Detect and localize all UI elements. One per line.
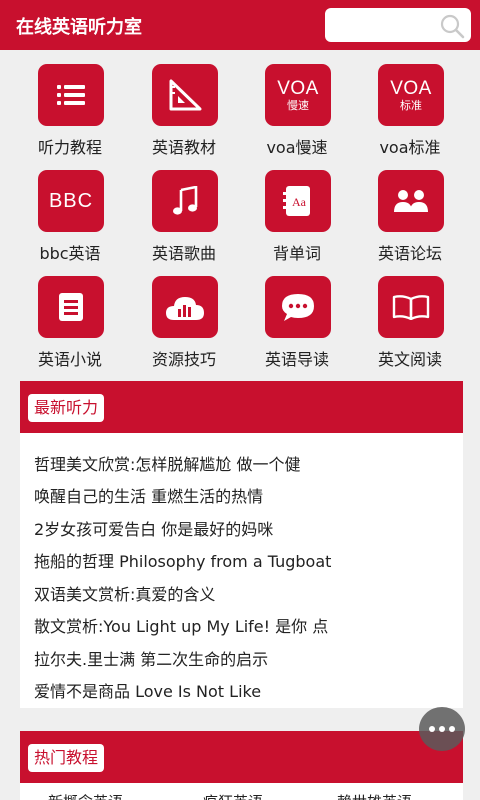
grid-item-bbc[interactable]: BBC bbc英语 bbox=[10, 156, 130, 263]
grid-item-label: 英文阅读 bbox=[377, 350, 442, 369]
dictionary-icon: Aa bbox=[265, 170, 331, 232]
grid-item-label: 英语歌曲 bbox=[151, 244, 216, 263]
grid-item-voa-standard[interactable]: VOA 标准 voa标准 bbox=[350, 50, 470, 157]
grid-item-english-reading[interactable]: 英文阅读 bbox=[350, 262, 470, 369]
grid-item-label: 听力教程 bbox=[37, 138, 102, 157]
grid-item-voa-slow[interactable]: VOA 慢速 voa慢速 bbox=[237, 50, 357, 157]
grid-item-label: bbc英语 bbox=[39, 244, 101, 263]
grid-item-label: voa标准 bbox=[379, 138, 441, 157]
grid-item-novels[interactable]: 英语小说 bbox=[10, 262, 130, 369]
grid-item-label: 英语教材 bbox=[151, 138, 216, 157]
latest-listening-section: 最新听力 哲理美文欣赏:怎样脱解尴尬 做一个健 唤醒自己的生活 重燃生活的热情 … bbox=[20, 381, 463, 708]
grid-item-songs[interactable]: 英语歌曲 bbox=[124, 156, 244, 263]
grid-item-label: voa慢速 bbox=[266, 138, 328, 157]
article-link[interactable]: 拖船的哲理 Philosophy from a Tugboat bbox=[34, 548, 331, 572]
grid-item-label: 背单词 bbox=[272, 244, 321, 263]
open-book-icon bbox=[378, 276, 444, 338]
article-link[interactable]: 爱情不是商品 Love Is Not Like bbox=[34, 678, 261, 702]
article-link[interactable]: 唤醒自己的生活 重燃生活的热情 bbox=[34, 483, 263, 507]
section-header: 最新听力 bbox=[20, 381, 463, 433]
users-icon bbox=[378, 170, 444, 232]
voa-icon: VOA 慢速 bbox=[265, 64, 331, 126]
more-options-button[interactable] bbox=[419, 707, 465, 751]
grid-item-label: 英语小说 bbox=[37, 350, 102, 369]
grid-item-vocabulary[interactable]: Aa 背单词 bbox=[237, 156, 357, 263]
app-header: 在线英语听力室 bbox=[0, 0, 480, 50]
grid-item-label: 英语导读 bbox=[264, 350, 329, 369]
category-grid: 听力教程 英语教材 VOA 慢速 voa慢速 VOA 标准 voa标准 BBC … bbox=[0, 50, 480, 380]
more-dots-icon bbox=[449, 726, 455, 732]
popular-tutorials-section: 热门教程 新概念英语 疯狂英语 赖世雄英语 bbox=[20, 731, 463, 800]
section-title[interactable]: 热门教程 bbox=[28, 744, 105, 772]
article-link[interactable]: 双语美文赏析:真爱的含义 bbox=[34, 581, 215, 605]
chat-bubble-icon bbox=[265, 276, 331, 338]
grid-item-reading-guide[interactable]: 英语导读 bbox=[237, 262, 357, 369]
more-dots-icon bbox=[439, 726, 445, 732]
grid-item-forum[interactable]: 英语论坛 bbox=[350, 156, 470, 263]
article-link[interactable]: 拉尔夫.里士满 第二次生命的启示 bbox=[34, 646, 268, 670]
app-title: 在线英语听力室 bbox=[16, 17, 142, 38]
document-icon bbox=[38, 276, 104, 338]
search-input[interactable] bbox=[325, 8, 471, 42]
ruler-icon bbox=[152, 64, 218, 126]
tutorial-link[interactable]: 新概念英语 bbox=[48, 791, 123, 800]
search-icon[interactable] bbox=[439, 13, 465, 39]
grid-item-resources[interactable]: 资源技巧 bbox=[124, 262, 244, 369]
cloud-chart-icon bbox=[152, 276, 218, 338]
voa-icon: VOA 标准 bbox=[378, 64, 444, 126]
section-title[interactable]: 最新听力 bbox=[28, 394, 105, 422]
svg-text:Aa: Aa bbox=[292, 195, 307, 209]
more-dots-icon bbox=[429, 726, 435, 732]
grid-item-label: 英语论坛 bbox=[377, 244, 442, 263]
article-link[interactable]: 散文赏析:You Light up My Life! 是你 点 bbox=[34, 613, 328, 637]
tutorial-link[interactable]: 赖世雄英语 bbox=[337, 791, 412, 800]
section-header: 热门教程 bbox=[20, 731, 463, 783]
bbc-icon: BBC bbox=[38, 170, 104, 232]
tutorial-link[interactable]: 疯狂英语 bbox=[203, 791, 263, 800]
grid-item-listening-course[interactable]: 听力教程 bbox=[10, 50, 130, 157]
music-note-icon bbox=[152, 170, 218, 232]
grid-item-textbook[interactable]: 英语教材 bbox=[124, 50, 244, 157]
article-link[interactable]: 哲理美文欣赏:怎样脱解尴尬 做一个健 bbox=[34, 451, 300, 475]
list-icon bbox=[38, 64, 104, 126]
grid-item-label: 资源技巧 bbox=[151, 350, 216, 369]
article-link[interactable]: 2岁女孩可爱告白 你是最好的妈咪 bbox=[34, 516, 273, 540]
